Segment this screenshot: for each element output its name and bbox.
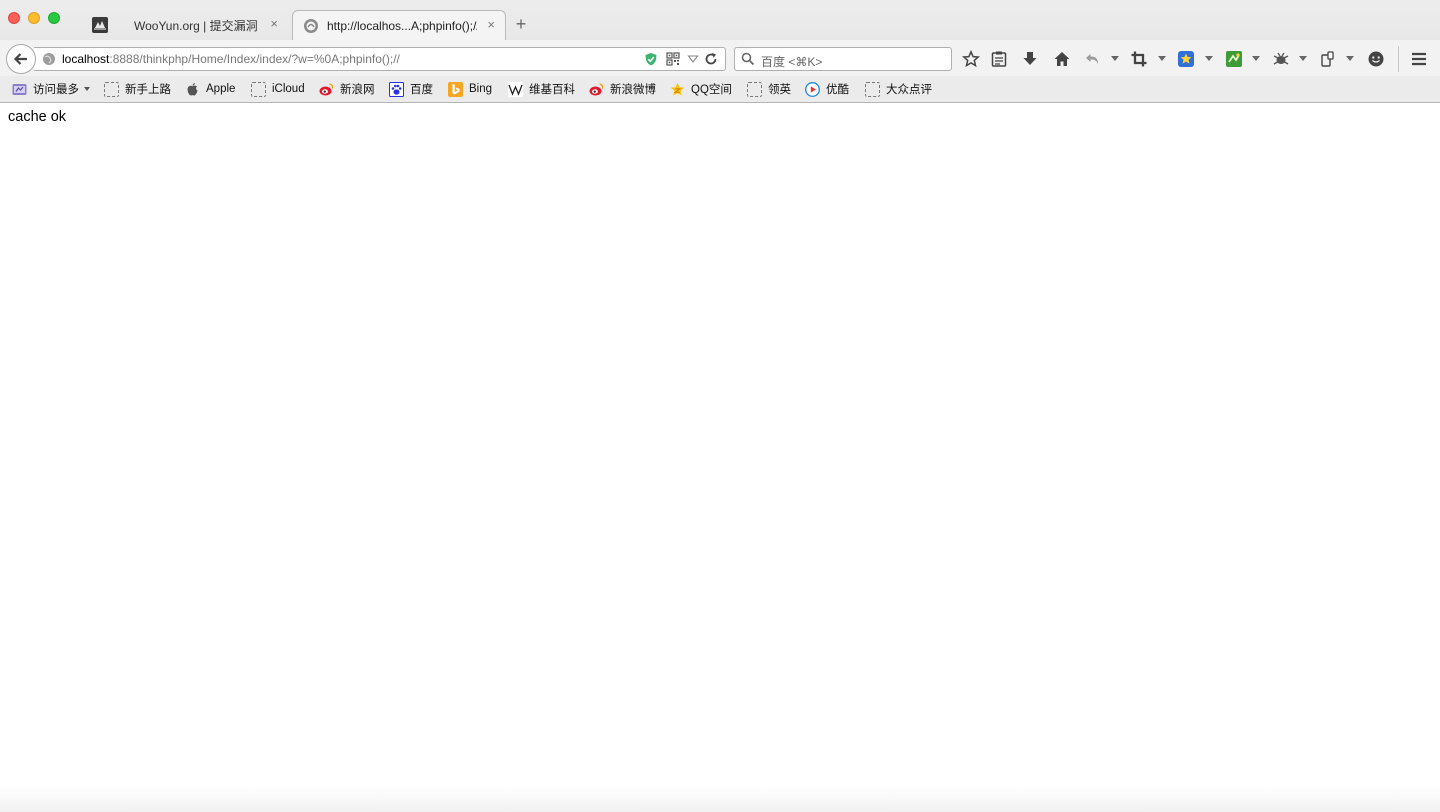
- bookmark-label: Apple: [206, 83, 236, 95]
- bookmark-label: 大众点评: [886, 84, 932, 96]
- bookmark-most-visited[interactable]: 访问最多: [12, 81, 90, 97]
- bing-icon: [448, 81, 463, 97]
- bookmark-label: 新手上路: [125, 84, 171, 96]
- chevron-down-icon: [84, 87, 90, 91]
- tab-active-localhost[interactable]: http://localhos...A;phpinfo();// ×: [292, 10, 506, 40]
- bookmark-linkedin[interactable]: 领英: [747, 81, 791, 97]
- bookmark-label: iCloud: [272, 83, 305, 95]
- bookmark-label: 百度: [410, 84, 433, 96]
- bookmark-label: 优酷: [826, 84, 849, 96]
- bookmark-icloud[interactable]: iCloud: [251, 81, 305, 97]
- crop-icon[interactable]: [1130, 50, 1148, 68]
- home-icon[interactable]: [1053, 50, 1071, 68]
- window-close-button[interactable]: [8, 12, 20, 24]
- bookmark-sina[interactable]: 新浪网: [319, 81, 375, 97]
- folder-icon: [251, 81, 266, 97]
- bookmark-label: QQ空间: [691, 84, 732, 96]
- bookmark-label: Bing: [469, 83, 493, 95]
- folder-icon: [747, 81, 762, 97]
- bug-dropdown-icon[interactable]: [1299, 56, 1307, 61]
- page-body-text: cache ok: [8, 109, 67, 125]
- title-bar: WooYun.org | 提交漏洞 × http://localhos...A;…: [0, 0, 1440, 40]
- undo-dropdown-icon[interactable]: [1111, 56, 1119, 61]
- green-extension-icon[interactable]: [1225, 50, 1243, 68]
- bookmark-wikipedia[interactable]: 维基百科: [508, 81, 575, 97]
- bookmarks-toolbar: 访问最多 新手上路 Apple iCloud 新浪网 百度 Bing 维基百科 …: [0, 76, 1440, 102]
- bookmark-label: 访问最多: [33, 84, 79, 96]
- reload-icon[interactable]: [704, 52, 718, 66]
- search-icon: [741, 52, 755, 66]
- search-placeholder: 百度 <⌘K>: [761, 55, 823, 69]
- shield-icon[interactable]: [644, 52, 658, 66]
- weibo-icon: [319, 82, 334, 95]
- url-path: :8888/thinkphp/Home/Index/index/?w=%0A;p…: [109, 52, 400, 66]
- url-text: localhost:8888/thinkphp/Home/Index/index…: [62, 52, 400, 66]
- page-icon: [304, 18, 318, 33]
- baidu-icon: [389, 81, 404, 97]
- url-bar[interactable]: localhost:8888/thinkphp/Home/Index/index…: [34, 47, 726, 71]
- bookmark-label: 维基百科: [529, 84, 575, 96]
- menu-hamburger-icon[interactable]: [1410, 50, 1428, 68]
- toolbar-separator: [1398, 46, 1399, 72]
- favorites-extension-icon[interactable]: [1177, 50, 1195, 68]
- crop-dropdown-icon[interactable]: [1158, 56, 1166, 61]
- bookmark-bing[interactable]: Bing: [448, 81, 492, 97]
- mobile-sync-dropdown-icon[interactable]: [1346, 56, 1354, 61]
- apple-icon: [187, 82, 198, 96]
- tab-label: WooYun.org | 提交漏洞: [134, 18, 258, 33]
- bookmark-label: 新浪微博: [610, 84, 656, 96]
- tab-close-icon[interactable]: ×: [487, 17, 495, 32]
- bookmark-baidu[interactable]: 百度: [389, 81, 433, 97]
- tab-label: http://localhos...A;phpinfo();//: [327, 18, 477, 33]
- window-maximize-button[interactable]: [48, 12, 60, 24]
- green-extension-dropdown-icon[interactable]: [1252, 56, 1260, 61]
- bookmark-sina-weibo[interactable]: 新浪微博: [589, 81, 656, 97]
- bookmark-label: 新浪网: [340, 84, 375, 96]
- search-bar[interactable]: 百度 <⌘K>: [734, 47, 952, 71]
- back-arrow-icon: [13, 53, 27, 65]
- folder-icon: [104, 81, 119, 97]
- wikipedia-icon: [508, 81, 523, 97]
- tab-close-icon[interactable]: ×: [270, 16, 278, 31]
- youku-icon: [805, 81, 820, 97]
- undo-icon[interactable]: [1084, 50, 1102, 68]
- back-button[interactable]: [6, 44, 36, 74]
- bookmark-qzone[interactable]: QQ空间: [670, 81, 732, 97]
- bookmark-dianping[interactable]: 大众点评: [865, 81, 932, 97]
- globe-icon: [43, 53, 55, 65]
- bug-extension-icon[interactable]: [1272, 50, 1290, 68]
- navigation-toolbar: localhost:8888/thinkphp/Home/Index/index…: [0, 40, 1440, 76]
- new-tab-button[interactable]: +: [512, 14, 530, 35]
- tab-wooyun[interactable]: WooYun.org | 提交漏洞 ×: [82, 10, 294, 40]
- bookmarks-list-icon[interactable]: [990, 50, 1008, 68]
- url-host: localhost: [62, 52, 110, 66]
- folder-icon: [865, 81, 880, 97]
- most-visited-icon: [12, 83, 27, 95]
- bookmark-getting-started[interactable]: 新手上路: [104, 81, 171, 97]
- bookmark-youku[interactable]: 优酷: [805, 81, 849, 97]
- download-icon[interactable]: [1021, 50, 1039, 68]
- favorites-dropdown-icon[interactable]: [1205, 56, 1213, 61]
- wooyun-icon: [92, 17, 108, 33]
- window-bottom-shadow: [0, 786, 1440, 812]
- window-minimize-button[interactable]: [28, 12, 40, 24]
- qzone-icon: [670, 82, 685, 96]
- weibo-icon: [589, 82, 604, 95]
- feedback-smiley-icon[interactable]: [1367, 50, 1385, 68]
- bookmark-apple[interactable]: Apple: [185, 81, 235, 97]
- qr-code-icon[interactable]: [666, 52, 680, 66]
- browser-chrome: WooYun.org | 提交漏洞 × http://localhos...A;…: [0, 0, 1440, 103]
- page-content: cache ok: [0, 103, 1440, 812]
- bookmark-label: 领英: [768, 84, 791, 96]
- dropdown-arrow-icon[interactable]: [686, 52, 700, 66]
- mobile-sync-icon[interactable]: [1319, 50, 1337, 68]
- bookmark-star-icon[interactable]: [962, 50, 980, 68]
